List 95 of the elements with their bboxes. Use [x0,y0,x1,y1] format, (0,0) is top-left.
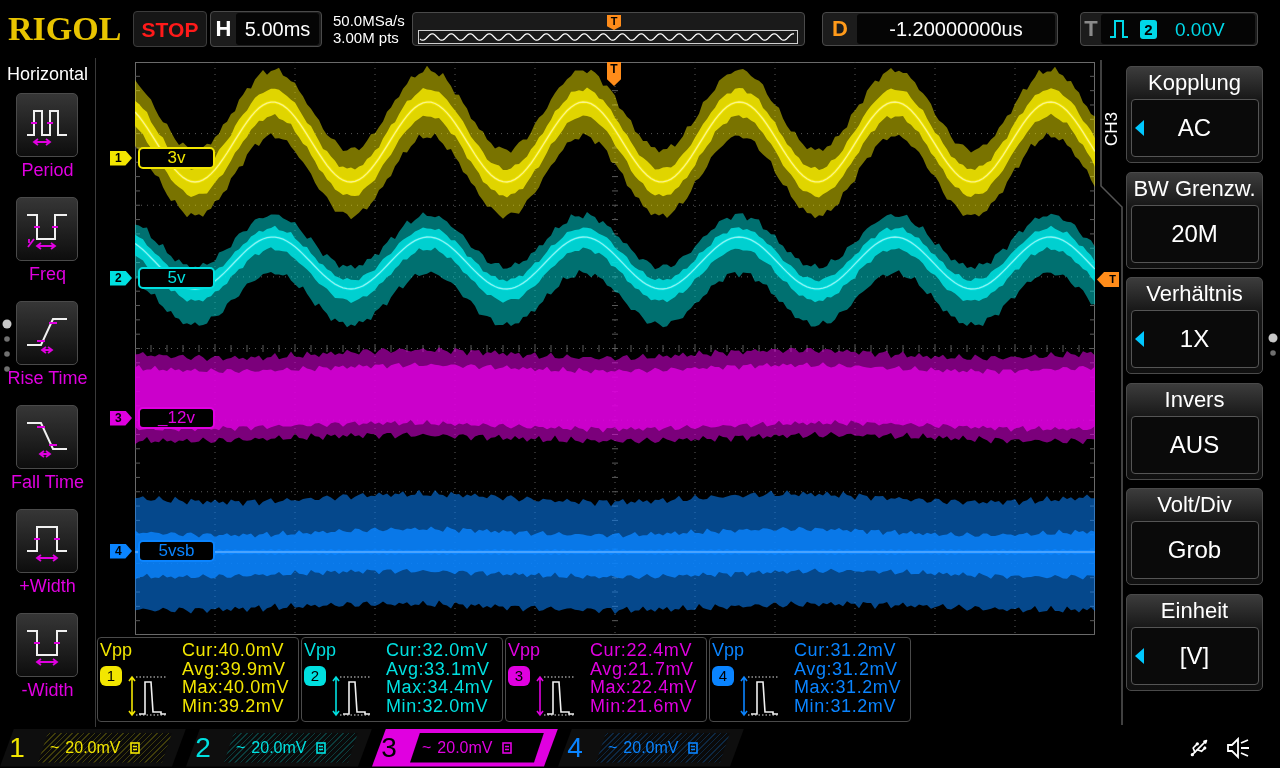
sample-rate-text: 50.0MSa/s [333,12,406,29]
softkey-value: [V] [1179,643,1210,668]
measurement-reading: Max:34.4mV [386,678,494,697]
measurement-reading: Max:22.4mV [590,678,698,697]
measurement-reading: Min:31.2mV [794,696,898,715]
boxed-lines-icon [688,741,699,754]
measurement-reading: Avg:33.1mV [386,659,491,678]
measure-button[interactable] [16,509,79,573]
measure-label: Rise Time [7,368,88,388]
channel-tab[interactable]: 4 ~ 20.0mV [558,728,744,767]
channel-menu-title: CH3 [1103,111,1121,148]
boxed-lines-icon [316,741,327,754]
measure-label: Fall Time [11,472,84,492]
measurement-reading: Min:32.0mV [386,696,490,715]
trigger-level-value: 0.00V [1175,19,1225,39]
page-indicator-icon [1268,333,1278,358]
measurement-reading: Cur:31.2mV [794,641,898,660]
trigger-level-marker[interactable]: T [1097,272,1119,287]
measurement-reading: Cur:22.4mV [590,641,694,660]
amplitude-pulse-icon [535,674,575,718]
menu-title: Horizontal [6,64,88,84]
delay-label: D [831,18,849,40]
run-stop-button[interactable]: STOP [133,11,207,47]
coupling-symbol: ~ [50,739,60,756]
channel-label: 3v [138,147,215,169]
measure-button[interactable] [16,197,79,261]
softkey-button[interactable]: BW Grenzw. 20M [1126,171,1263,269]
timebase-label: H [214,18,233,40]
measurement-type: Vpp [712,640,746,660]
coupling-symbol: ~ [236,739,246,756]
brand-logo: RIGOL [8,12,123,46]
measurement-type: Vpp [100,640,134,660]
channel-label: 5v [138,267,215,289]
delay-value: -1.20000000us [857,14,1055,44]
amplitude-pulse-icon [739,674,779,718]
scale-value: 20.0mV [65,739,121,756]
measure-label: Period [21,160,74,180]
measurement-type: Vpp [508,640,542,660]
measure-label: Freq [29,264,66,284]
measure-label: +Width [19,576,76,596]
channel-number-badge: 4 [712,666,734,686]
trigger-source-badge: 2 [1140,19,1157,39]
measure-button[interactable] [16,93,79,157]
channel-marker[interactable]: 2 [110,270,132,286]
softkey-button[interactable]: Volt/Div Grob [1126,488,1263,586]
measurement-reading: Max:31.2mV [794,678,902,697]
softkey-value: AUS [1169,432,1220,457]
softkey-button[interactable]: Invers AUS [1126,382,1263,480]
coupling-symbol: ~ [422,739,432,756]
channel-number-badge: 2 [304,666,326,686]
scale-value: 20.0mV [623,739,679,756]
softkey-value: 1X [1179,327,1210,352]
measurement-reading: Cur:32.0mV [386,641,490,660]
measurement-reading: Avg:21.7mV [590,659,695,678]
channel-number-badge: 1 [100,666,122,686]
boxed-lines-icon [502,741,513,754]
measurement-reading: Cur:40.0mV [182,641,286,660]
channel-marker[interactable]: 3 [110,410,132,426]
channel-marker[interactable]: 4 [110,543,132,559]
measure-label: -Width [21,680,74,700]
measure-button[interactable] [16,301,79,365]
scale-value: 20.0mV [437,739,493,756]
measurement-reading: Min:39.2mV [182,696,286,715]
measure-button[interactable] [16,613,79,677]
channel-tab[interactable]: 1 ~ 20.0mV [0,728,186,767]
softkey-value: Grob [1167,538,1222,563]
trigger-position-marker: T [607,15,621,30]
coupling-symbol: ~ [608,739,618,756]
channel-number-badge: 3 [508,666,530,686]
channel-label: 5vsb [138,540,215,562]
channel-tab[interactable]: 3 ~ 20.0mV [372,728,558,767]
boxed-lines-icon [130,741,141,754]
channel-label: _12v [138,407,215,429]
softkey-value: 20M [1171,221,1218,246]
amplitude-pulse-icon [127,674,167,718]
measurement-reading: Avg:31.2mV [794,659,899,678]
softkey-button[interactable]: Kopplung AC [1126,66,1263,163]
softkey-button[interactable]: Verhältnis 1X [1126,277,1263,375]
measurement-reading: Min:21.6mV [590,696,694,715]
softkey-value: AC [1177,116,1212,140]
trigger-label: T [1083,18,1099,40]
softkey-button[interactable]: Einheit [V] [1126,593,1263,691]
memory-depth-text: 3.00M pts [333,29,400,46]
channel-tab[interactable]: 2 ~ 20.0mV [186,728,372,767]
scale-value: 20.0mV [251,739,307,756]
channel-marker[interactable]: 1 [110,150,132,166]
amplitude-pulse-icon [331,674,371,718]
speaker-icon [1226,736,1250,759]
trigger-position-marker[interactable]: T [607,62,621,86]
pulse-icon [1110,20,1128,38]
measurement-type: Vpp [304,640,338,660]
measure-button[interactable] [16,405,79,469]
timebase-value: 5.00ms [236,13,319,45]
measurement-reading: Avg:39.9mV [182,659,287,678]
measurement-reading: Max:40.0mV [182,678,290,697]
